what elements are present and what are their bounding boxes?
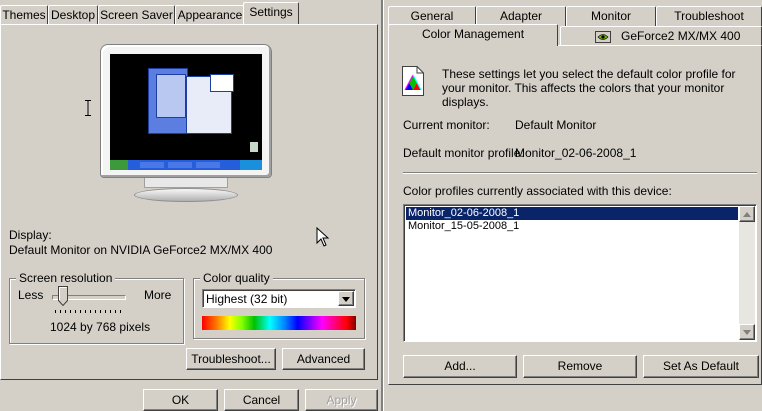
separator: [403, 172, 757, 173]
color-profile-icon: [402, 66, 424, 96]
list-item[interactable]: Monitor_15-05-2008_1: [406, 220, 738, 233]
preview-start-button: [110, 160, 128, 170]
tab-adapter[interactable]: Adapter: [476, 6, 566, 26]
display-properties-dialog: Themes Desktop Screen Saver Appearance S…: [0, 0, 380, 411]
list-scrollbar[interactable]: [739, 206, 755, 340]
color-quality-preview-bar: [202, 316, 356, 330]
current-monitor-value: Default Monitor: [515, 118, 597, 132]
resolution-less-label: Less: [18, 288, 44, 302]
list-item[interactable]: Monitor_02-06-2008_1: [406, 207, 738, 220]
ok-button[interactable]: OK: [143, 389, 218, 411]
nvidia-icon: [595, 30, 611, 43]
display-label: Display:: [9, 228, 52, 242]
scroll-up-button[interactable]: [739, 206, 755, 222]
resolution-value: 1024 by 768 pixels: [50, 320, 151, 334]
preview-taskbar: [110, 160, 262, 170]
add-button[interactable]: Add...: [403, 355, 517, 378]
monitor-stand: [144, 178, 228, 188]
tab-general[interactable]: General: [388, 6, 476, 26]
current-monitor-label: Current monitor:: [403, 118, 490, 132]
screen-resolution-group: Screen resolution Less More 1024 by 768 …: [9, 271, 184, 344]
monitor-preview: [100, 44, 272, 204]
preview-recycle-icon: [250, 142, 258, 152]
preview-window-4: [210, 74, 234, 92]
screen-resolution-title: Screen resolution: [16, 271, 116, 285]
default-profile-value: Monitor_02-06-2008_1: [515, 146, 637, 160]
tab-settings[interactable]: Settings: [243, 2, 299, 24]
adapter-properties-dialog: General Adapter Monitor Troubleshoot Col…: [384, 0, 762, 411]
tab-appearance[interactable]: Appearance: [175, 5, 245, 25]
dialog-divider: [381, 0, 383, 411]
tab-screen-saver[interactable]: Screen Saver: [98, 5, 175, 25]
text-cursor: [85, 100, 91, 116]
color-quality-title: Color quality: [200, 271, 273, 285]
tab-monitor[interactable]: Monitor: [566, 6, 656, 26]
resolution-more-label: More: [144, 288, 172, 302]
profiles-label: Color profiles currently associated with…: [403, 184, 672, 198]
color-quality-selected: Highest (32 bit): [206, 292, 288, 306]
tab-color-management[interactable]: Color Management: [388, 24, 558, 46]
advanced-button[interactable]: Advanced: [282, 348, 365, 370]
tab-themes[interactable]: Themes: [0, 5, 48, 25]
resolution-slider-ticks: [55, 310, 125, 313]
tab-geforce-label: GeForce2 MX/MX 400: [621, 29, 741, 43]
chevron-down-icon[interactable]: [338, 291, 354, 306]
mouse-pointer-icon: [316, 226, 330, 247]
cancel-button[interactable]: Cancel: [224, 389, 299, 411]
monitor-screen: [110, 54, 262, 170]
color-management-description: These settings let you select the defaul…: [442, 67, 736, 109]
color-quality-select[interactable]: Highest (32 bit): [202, 289, 356, 308]
color-quality-group: Color quality Highest (32 bit): [193, 271, 365, 339]
set-as-default-button[interactable]: Set As Default: [643, 355, 759, 378]
display-value: Default Monitor on NVIDIA GeForce2 MX/MX…: [9, 243, 273, 257]
tab-desktop[interactable]: Desktop: [48, 5, 98, 25]
resolution-slider-thumb[interactable]: [58, 286, 68, 307]
scroll-down-button[interactable]: [739, 324, 755, 340]
apply-button[interactable]: Apply: [305, 389, 378, 411]
default-profile-label: Default monitor profile:: [403, 146, 524, 160]
preview-window-2: [156, 74, 186, 118]
monitor-base: [134, 188, 238, 202]
color-profiles-list[interactable]: Monitor_02-06-2008_1 Monitor_15-05-2008_…: [403, 204, 757, 342]
tab-troubleshoot[interactable]: Troubleshoot: [656, 6, 762, 26]
remove-button[interactable]: Remove: [523, 355, 637, 378]
tab-geforce[interactable]: GeForce2 MX/MX 400: [560, 26, 762, 46]
troubleshoot-button[interactable]: Troubleshoot...: [186, 348, 276, 370]
